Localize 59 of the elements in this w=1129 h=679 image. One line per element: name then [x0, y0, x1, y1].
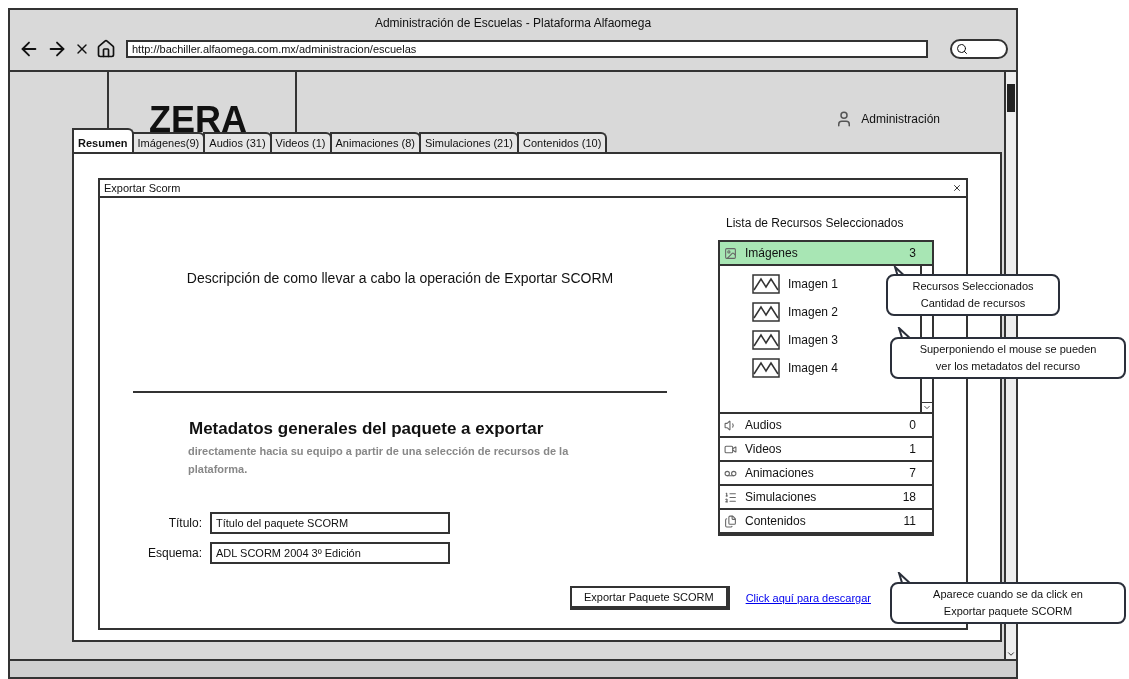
image-icon — [724, 246, 737, 260]
image-icon — [752, 302, 780, 322]
category-label: Audios — [745, 417, 783, 434]
field-label: Título: — [167, 514, 203, 532]
resource-item[interactable]: Imagen 3 — [788, 331, 839, 349]
resource-item[interactable]: Imagen 2 — [788, 303, 839, 321]
category-count: 3 — [909, 245, 916, 262]
category-header[interactable]: Simulaciones 18 — [718, 484, 934, 510]
category-count: 7 — [909, 465, 916, 482]
category-header[interactable]: Contenidos 11 — [718, 508, 934, 534]
download-link[interactable]: Click aquí para descargar — [745, 589, 871, 607]
resource-item[interactable]: Imagen 1 — [788, 275, 839, 293]
search-button[interactable] — [950, 39, 1008, 59]
category-label: Imágenes — [745, 245, 799, 262]
resource-item[interactable]: Imagen 4 — [788, 359, 839, 377]
window-title: Administración de Escuelas - Plataforma Alfaomega — [374, 15, 652, 32]
image-icon — [752, 358, 780, 378]
list-icon — [724, 490, 737, 504]
callout-tooltip: Recursos Seleccionados Cantidad de recursos — [886, 274, 1060, 316]
tab[interactable]: Imágenes(9) — [131, 132, 206, 152]
category-label: Animaciones — [745, 465, 815, 482]
text-field[interactable]: Título del paquete SCORM — [210, 511, 450, 534]
category-count: 11 — [903, 513, 916, 530]
tab[interactable]: Contenidos (10) — [517, 132, 608, 152]
category-count: 18 — [902, 489, 916, 506]
home-icon[interactable] — [96, 39, 116, 59]
image-icon — [752, 274, 780, 294]
tab[interactable]: Resumen — [72, 128, 134, 152]
section-heading: Metadatos generales del paquete a exportar — [189, 418, 545, 440]
dialog-title: Exportar Scorm — [104, 180, 181, 196]
list-title: Lista de Recursos Seleccionados — [726, 215, 905, 232]
export-button[interactable]: Exportar Paquete SCORM — [570, 586, 730, 610]
description: Descripción de como llevar a cabo la operación de Exportar SCORM — [185, 269, 615, 288]
category-header[interactable]: Videos 1 — [718, 436, 934, 462]
category-header[interactable]: Audios 0 — [718, 412, 934, 438]
speaker-icon — [724, 418, 737, 432]
close-icon[interactable] — [952, 183, 962, 193]
tab[interactable]: Audios (31) — [203, 132, 272, 152]
tab[interactable]: Animaciones (8) — [329, 132, 421, 152]
documents-icon — [724, 514, 737, 528]
category-header[interactable]: Animaciones 7 — [718, 460, 934, 486]
category-label: Videos — [745, 441, 783, 458]
callout-tooltip: Superponiendo el mouse se pueden ver los metadatos del recurso — [890, 337, 1126, 379]
field-label: Esquema: — [146, 544, 203, 562]
scroll-thumb[interactable] — [1007, 84, 1015, 112]
category-header[interactable]: Imágenes 3 — [718, 240, 934, 266]
image-icon — [752, 330, 780, 350]
category-label: Simulaciones — [745, 489, 818, 506]
url-field[interactable]: http://bachiller.alfaomega.com.mx/administracion/escuelas — [126, 40, 928, 58]
text-field[interactable]: ADL SCORM 2004 3º Edición — [210, 541, 450, 564]
tab[interactable]: Videos (1) — [269, 132, 332, 152]
search-icon — [956, 43, 968, 55]
callout-tooltip: Aparece cuando se da click en Exportar paquete SCORM — [890, 582, 1126, 624]
section-description: directamente hacia su equipo a partir de una selección de recursos de la plataforma. — [188, 443, 570, 477]
category-count: 1 — [909, 441, 916, 458]
category-label: Contenidos — [745, 513, 807, 530]
user-label[interactable]: Administración — [861, 110, 940, 128]
category-count: 0 — [909, 417, 916, 434]
tab[interactable]: Simulaciones (21) — [419, 132, 520, 152]
